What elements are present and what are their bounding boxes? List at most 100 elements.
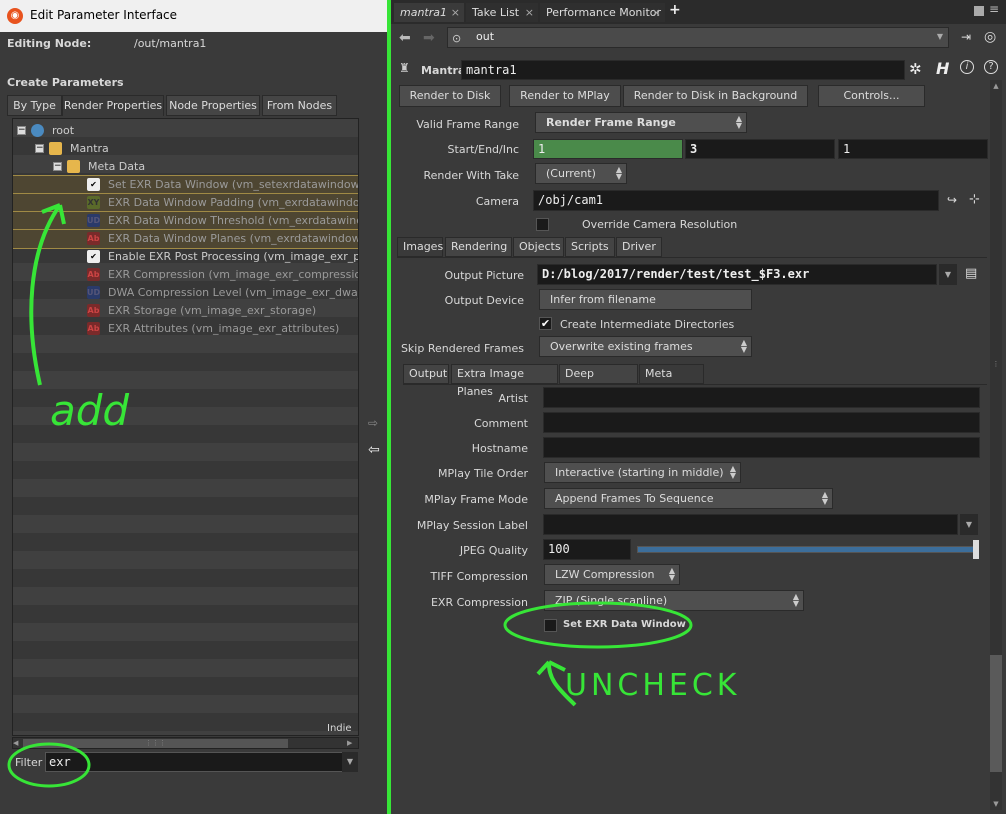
tab-take-list[interactable]: Take List × <box>466 3 538 22</box>
tab-from-nodes[interactable]: From Nodes <box>262 95 337 116</box>
render-to-disk-button[interactable]: Render to Disk <box>399 85 501 107</box>
tab-rendering[interactable]: Rendering <box>445 237 512 257</box>
output-picture-field[interactable]: D:/blog/2017/render/test/test_$F3.exr <box>537 264 937 285</box>
file-chooser-icon[interactable]: ▤ <box>965 266 977 281</box>
session-dropdown-icon[interactable]: ▼ <box>960 514 978 535</box>
tab-scripts[interactable]: Scripts <box>565 237 615 257</box>
pane-options-icon[interactable]: ≡ <box>989 2 999 16</box>
override-camera-resolution-label: Override Camera Resolution <box>582 218 738 231</box>
forward-arrow-icon[interactable]: ➡ <box>423 30 435 46</box>
tab-driver[interactable]: Driver <box>616 237 662 257</box>
controls-button[interactable]: Controls... <box>818 85 925 107</box>
tab-mantra1[interactable]: mantra1 × <box>394 3 464 22</box>
close-icon[interactable]: × <box>451 3 460 22</box>
collapse-icon[interactable]: − <box>17 126 26 135</box>
collapse-icon[interactable]: − <box>35 144 44 153</box>
path-dropdown-icon[interactable]: ▼ <box>937 28 943 46</box>
menu-arrows-icon: ▲ ▼ <box>821 490 828 506</box>
scrollbar-thumb[interactable] <box>990 655 1002 772</box>
jpeg-quality-slider[interactable] <box>637 546 977 553</box>
tab-objects[interactable]: Objects <box>513 237 564 257</box>
jpeg-quality-field[interactable]: 100 <box>543 539 631 560</box>
node-name-field[interactable]: mantra1 <box>461 60 905 80</box>
tab-meta-data[interactable]: Meta Data <box>639 364 704 398</box>
artist-field[interactable] <box>543 387 980 408</box>
tiff-compression-menu[interactable]: LZW Compression ▲ ▼ <box>544 564 680 585</box>
tree-item[interactable]: Ab EXR Storage (vm_image_exr_storage) <box>13 302 358 320</box>
tree-item[interactable]: − Mantra <box>13 140 358 158</box>
jump-to-icon[interactable]: ↪ <box>947 193 957 207</box>
parameter-tree[interactable]: − root − Mantra − Meta Data ✔ Set EXR Data Wind… <box>12 118 359 736</box>
tab-by-type[interactable]: By Type <box>7 95 62 116</box>
override-camera-resolution-checkbox[interactable] <box>536 218 549 231</box>
filter-dropdown-icon[interactable]: ▼ <box>342 752 358 772</box>
filter-input[interactable]: exr <box>45 752 358 772</box>
output-picture-dropdown-icon[interactable]: ▼ <box>939 264 957 285</box>
tab-render-properties[interactable]: Render Properties <box>62 95 164 116</box>
tree-item-label: EXR Storage (vm_image_exr_storage) <box>108 304 317 317</box>
gear-icon[interactable]: ✲ <box>909 60 922 78</box>
tab-take-list-label: Take List <box>472 6 520 19</box>
tree-item[interactable]: UD DWA Compression Level (vm_image_exr_dw… <box>13 284 358 302</box>
arrow-right-icon[interactable]: ⇨ <box>368 416 378 430</box>
hostname-field[interactable] <box>543 437 980 458</box>
tree-item[interactable]: − root <box>13 122 358 140</box>
close-icon[interactable]: × <box>525 3 534 22</box>
camera-field[interactable]: /obj/cam1 <box>533 190 939 211</box>
tree-item[interactable]: ✔ Set EXR Data Window (vm_setexrdatawindo… <box>13 175 358 195</box>
tree-item[interactable]: Ab EXR Data Window Planes (vm_exrdatawind… <box>13 229 358 249</box>
skip-rendered-frames-menu[interactable]: Overwrite existing frames ▲ ▼ <box>539 336 752 357</box>
tab-performance-monitor[interactable]: Performance Monitor × <box>540 3 665 22</box>
tree-item[interactable]: UD EXR Data Window Threshold (vm_exrdataw… <box>13 211 358 231</box>
tree-item[interactable]: XY EXR Data Window Padding (vm_exrdatawin… <box>13 193 358 213</box>
string-icon: Ab <box>87 232 100 245</box>
tab-deep-output[interactable]: Deep Output <box>559 364 638 398</box>
scroll-up-icon[interactable]: ▲ <box>991 82 1001 90</box>
comment-field[interactable] <box>543 412 980 433</box>
render-with-take-menu[interactable]: (Current) ▲ ▼ <box>535 163 627 184</box>
slider-handle[interactable] <box>973 540 979 559</box>
tree-item[interactable]: − Meta Data <box>13 158 358 176</box>
mplay-tile-order-menu[interactable]: Interactive (starting in middle) ▲ ▼ <box>544 462 741 483</box>
tree-item-label: EXR Attributes (vm_image_exr_attributes) <box>108 322 340 335</box>
tree-item[interactable]: ✔ Enable EXR Post Processing (vm_image_ex… <box>13 248 358 266</box>
node-chooser-icon[interactable]: ⊹ <box>969 192 980 207</box>
tab-node-properties[interactable]: Node Properties <box>166 95 260 116</box>
start-frame-field[interactable]: 1 <box>533 139 683 159</box>
tab-extra-image-planes[interactable]: Extra Image Planes <box>451 364 558 398</box>
info-icon[interactable]: i <box>960 60 974 74</box>
path-bar[interactable]: ⊙ out ▼ <box>447 27 949 48</box>
question-icon[interactable]: ? <box>984 60 998 74</box>
tab-images[interactable]: Images <box>397 237 443 257</box>
render-to-mplay-button[interactable]: Render to MPlay <box>509 85 621 107</box>
create-directories-checkbox[interactable]: ✔ <box>539 317 552 330</box>
arrow-left-icon[interactable]: ⇦ <box>368 442 380 458</box>
editing-node-value: /out/mantra1 <box>134 37 207 50</box>
end-frame-field[interactable]: 3 <box>685 139 835 159</box>
scroll-down-icon[interactable]: ▼ <box>991 800 1001 808</box>
collapse-icon[interactable]: − <box>53 162 62 171</box>
link-icon[interactable]: ◎ <box>984 29 996 45</box>
pane-menu-icon[interactable] <box>974 6 984 16</box>
menu-arrows-icon: ▲ ▼ <box>668 566 675 582</box>
mplay-session-label-label: MPlay Session Label <box>416 519 528 532</box>
render-in-background-button[interactable]: Render to Disk in Background <box>623 85 808 107</box>
subtab-underline <box>403 384 987 385</box>
add-tab-icon[interactable]: + <box>669 2 681 18</box>
mplay-frame-mode-menu[interactable]: Append Frames To Sequence ▲ ▼ <box>544 488 833 509</box>
tab-underline <box>397 257 987 258</box>
horizontal-scrollbar[interactable]: ◀ ⋮⋮⋮ ▶ <box>12 737 359 749</box>
mplay-session-label-field[interactable] <box>543 514 958 535</box>
increment-field[interactable]: 1 <box>838 139 988 159</box>
pin-icon[interactable]: ⇥ <box>961 30 971 44</box>
houdini-help-icon[interactable]: H <box>936 59 949 78</box>
tab-output[interactable]: Output <box>403 364 449 384</box>
set-exr-data-window-checkbox[interactable] <box>544 619 557 632</box>
valid-frame-range-menu[interactable]: Render Frame Range ▲ ▼ <box>535 112 747 133</box>
close-icon[interactable]: × <box>652 3 661 22</box>
tree-item[interactable]: Ab EXR Compression (vm_image_exr_compress… <box>13 266 358 284</box>
exr-compression-menu[interactable]: ZIP (Single scanline) ▲ ▼ <box>544 590 804 611</box>
output-device-menu[interactable]: Infer from filename <box>539 289 752 310</box>
back-arrow-icon[interactable]: ⬅ <box>399 30 411 46</box>
tree-item[interactable]: Ab EXR Attributes (vm_image_exr_attribute… <box>13 320 358 338</box>
